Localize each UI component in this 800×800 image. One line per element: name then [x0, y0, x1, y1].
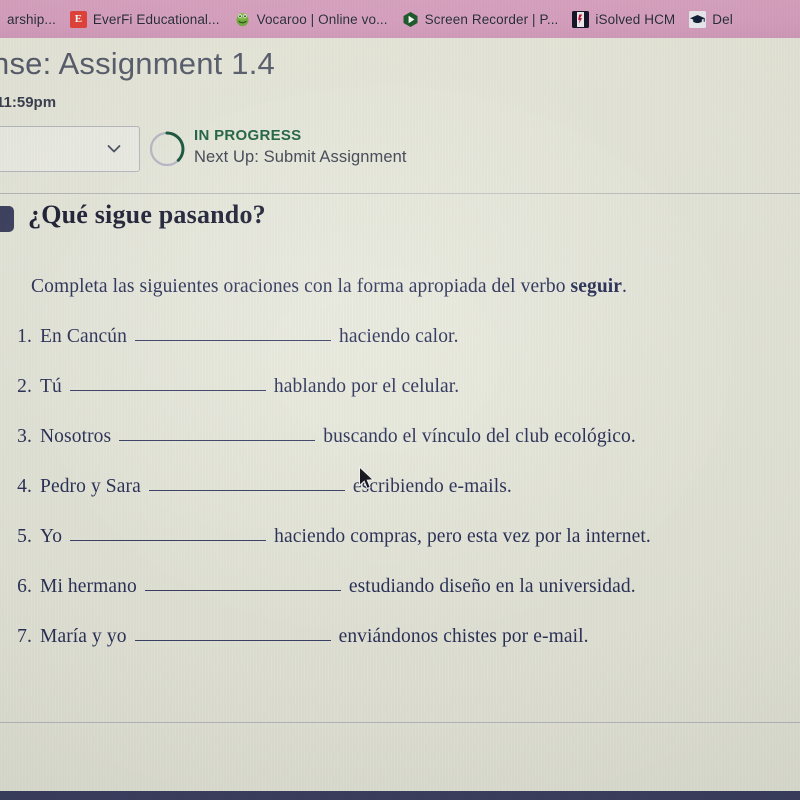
- mouse-cursor-icon: [358, 465, 376, 492]
- bookmark-item-everfi[interactable]: E EverFi Educational...: [63, 0, 227, 38]
- instructions: Completa las siguientes oraciones con la…: [31, 276, 627, 298]
- chevron-down-icon: [105, 140, 123, 158]
- due-time: 11:59pm: [0, 94, 57, 111]
- exercise-item: 4. Pedro y Sara escribiendo e-mails.: [14, 473, 800, 523]
- bookmark-label: EverFi Educational...: [92, 11, 220, 27]
- bookmark-label: Screen Recorder | P...: [424, 11, 559, 27]
- bottom-bezel-bar: [0, 791, 800, 800]
- instructions-bold-verb: seguir: [570, 276, 623, 297]
- graduation-cap-icon: [689, 10, 707, 28]
- screen-photo: arship... E EverFi Educational... Vocaro…: [0, 0, 800, 800]
- everfi-icon: E: [69, 10, 87, 28]
- exercise-number: 4.: [17, 476, 32, 497]
- exercise-item: 3. Nosotros buscando el vínculo del club e…: [14, 423, 800, 473]
- assignment-page: nse: Assignment 1.4 11:59pm IN PROGRESS …: [0, 38, 800, 792]
- exercise-blank-field[interactable]: [134, 622, 331, 641]
- progress-ring-icon: [148, 130, 186, 168]
- exercise-suffix-text: hablando por el celular.: [273, 376, 460, 397]
- exercise-prefix-text: Tú: [40, 376, 62, 397]
- bookmark-item-scholarship[interactable]: arship...: [0, 0, 63, 38]
- bookmark-label: Vocaroo | Online vo...: [256, 11, 388, 27]
- assignment-status: IN PROGRESS Next Up: Submit Assignment: [194, 126, 407, 168]
- exercise-suffix-text: enviándonos chistes por e-mail.: [338, 626, 589, 647]
- exercise-prefix-text: María y yo: [40, 626, 127, 647]
- exercise-prefix-text: Nosotros: [40, 426, 112, 447]
- instructions-suffix: .: [622, 276, 628, 297]
- exercise-item: 6. Mi hermano estudiando diseño en la univ…: [14, 573, 800, 623]
- section-divider: [0, 193, 800, 194]
- exercise-prefix-text: En Cancún: [40, 326, 128, 347]
- exercise-prefix-text: Pedro y Sara: [40, 476, 141, 497]
- exercise-blank-field[interactable]: [135, 322, 332, 341]
- exercise-number: 1.: [17, 326, 32, 347]
- status-badge: IN PROGRESS: [194, 127, 302, 144]
- exercise-number: 7.: [17, 626, 32, 647]
- bookmark-item-delta[interactable]: Del: [682, 0, 740, 38]
- exercise-blank-field[interactable]: [148, 472, 345, 491]
- exercise-suffix-text: estudiando diseño en la universidad.: [348, 576, 636, 597]
- assignment-dropdown[interactable]: [0, 126, 140, 172]
- exercise-item: 5. Yo haciendo compras, pero esta vez por …: [14, 523, 800, 573]
- instructions-prefix: Completa las siguientes oraciones con la…: [31, 276, 571, 297]
- bookmark-label: Del: [712, 11, 733, 27]
- exercise-suffix-text: escribiendo e-mails.: [352, 476, 512, 497]
- section-marker: [0, 206, 14, 232]
- isolved-icon: [572, 10, 590, 28]
- next-up-text: Next Up: Submit Assignment: [194, 148, 407, 166]
- exercise-blank-field[interactable]: [70, 522, 267, 541]
- bookmark-item-vocaroo[interactable]: Vocaroo | Online vo...: [227, 0, 395, 38]
- bookmark-label: arship...: [7, 11, 56, 27]
- exercise-blank-field[interactable]: [144, 572, 341, 591]
- exercise-blank-field[interactable]: [119, 422, 316, 441]
- bookmarks-bar: arship... E EverFi Educational... Vocaro…: [0, 0, 800, 38]
- vocaroo-icon: [234, 11, 251, 28]
- bookmark-label: iSolved HCM: [595, 11, 676, 27]
- screen-recorder-icon: [402, 11, 419, 28]
- page-title: nse: Assignment 1.4: [0, 46, 275, 81]
- exercise-item: 7. María y yo enviándonos chistes por e-ma…: [14, 623, 800, 673]
- exercise-number: 5.: [17, 526, 32, 547]
- exercise-prefix-text: Yo: [40, 526, 63, 547]
- exercise-prefix-text: Mi hermano: [40, 576, 137, 597]
- lower-divider: [0, 722, 800, 723]
- exercise-suffix-text: buscando el vínculo del club ecológico.: [323, 426, 636, 447]
- section-heading: ¿Qué sigue pasando?: [28, 200, 266, 229]
- bookmark-item-screen-recorder[interactable]: Screen Recorder | P...: [395, 0, 566, 38]
- exercise-number: 2.: [17, 376, 32, 397]
- exercise-item: 1. En Cancún haciendo calor.: [14, 323, 800, 373]
- exercise-list: 1. En Cancún haciendo calor. 2. Tú hablando p…: [14, 323, 800, 673]
- bookmark-item-isolved[interactable]: iSolved HCM: [565, 0, 682, 38]
- exercise-blank-field[interactable]: [69, 372, 266, 391]
- exercise-suffix-text: haciendo compras, pero esta vez por la i…: [274, 526, 651, 547]
- exercise-item: 2. Tú hablando por el celular.: [14, 373, 800, 423]
- exercise-suffix-text: haciendo calor.: [339, 326, 459, 347]
- exercise-number: 6.: [17, 576, 32, 597]
- exercise-number: 3.: [17, 426, 32, 447]
